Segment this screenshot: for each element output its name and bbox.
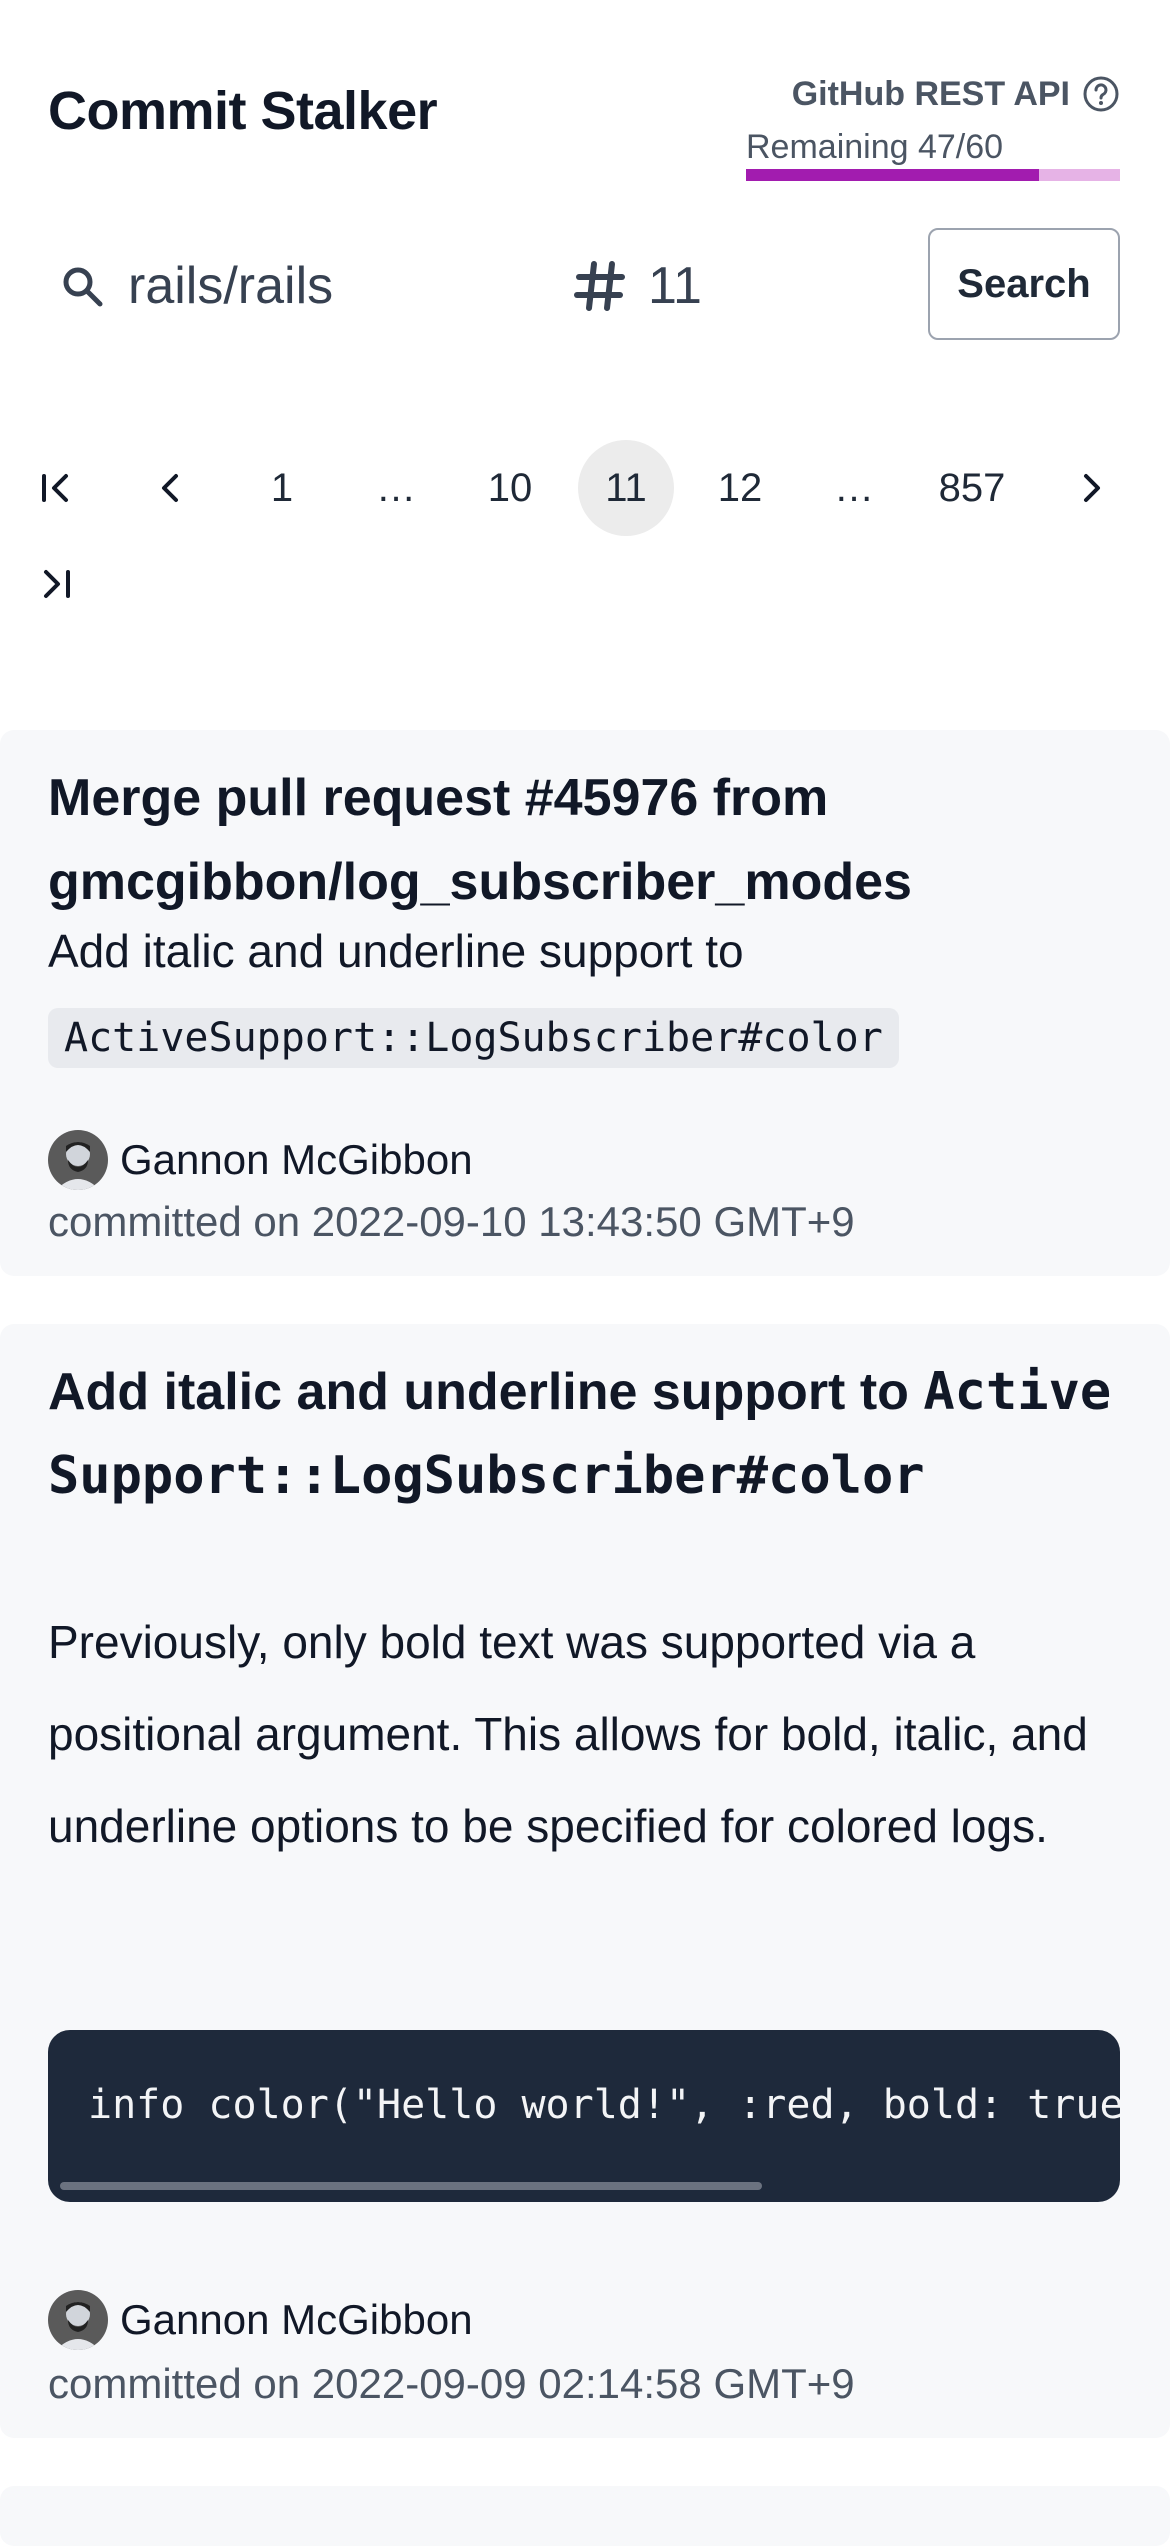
chevron-left-icon	[162, 474, 178, 502]
prev-page-button[interactable]	[122, 440, 218, 536]
repo-input[interactable]	[128, 248, 548, 324]
code-block[interactable]: info color("Hello world!", :red, bold: t…	[48, 2030, 1120, 2202]
commit-title: Add italic and underline support to Acti…	[48, 1350, 1120, 1518]
first-page-button[interactable]	[8, 440, 104, 536]
first-page-icon	[42, 474, 68, 502]
commit-author: Gannon McGibbon	[48, 2290, 473, 2350]
page-button[interactable]: 857	[924, 440, 1020, 536]
page-ellipsis: …	[376, 465, 416, 510]
commit-date: committed on 2022-09-09 02:14:58 GMT+9	[48, 2360, 855, 2407]
author-name[interactable]: Gannon McGibbon	[120, 2296, 473, 2344]
last-page-button[interactable]	[8, 536, 104, 632]
commit-message-text: Add italic and underline support to	[48, 925, 744, 977]
page-ellipsis: …	[834, 465, 874, 510]
commit-title-text: Add italic and underline support to	[48, 1363, 909, 1421]
app-header: Commit Stalker GitHub REST API Remaining…	[48, 70, 1120, 190]
code-text: info color("Hello world!", :red, bold: t…	[88, 2082, 1120, 2128]
commit-card[interactable]	[0, 2486, 1170, 2546]
search-button[interactable]: Search	[928, 228, 1120, 340]
search-icon	[58, 262, 108, 312]
page-button[interactable]: 1	[234, 440, 330, 536]
chevron-right-icon	[1084, 474, 1100, 502]
next-page-button[interactable]	[1044, 440, 1140, 536]
page-button-active[interactable]: 11	[578, 440, 674, 536]
horizontal-scrollbar[interactable]	[60, 2182, 762, 2190]
commit-card[interactable]: Merge pull request #45976 from gmcgibbon…	[0, 730, 1170, 1276]
hash-icon	[572, 258, 628, 314]
api-rate-limit: GitHub REST API Remaining 47/60	[746, 70, 1120, 181]
commit-message: Previously, only bold text was supported…	[48, 1616, 1088, 1852]
avatar	[48, 2290, 108, 2350]
page-button[interactable]: 12	[692, 440, 788, 536]
question-circle-icon[interactable]	[1082, 75, 1120, 113]
last-page-icon	[44, 570, 70, 598]
pagination: 1 … 10 11 12 … 857	[0, 440, 1170, 640]
commit-date: committed on 2022-09-10 13:43:50 GMT+9	[48, 1198, 855, 1245]
commit-author: Gannon McGibbon	[48, 1130, 473, 1190]
app-title: Commit Stalker	[48, 81, 438, 141]
api-remaining: Remaining 47/60	[746, 128, 1004, 166]
author-name[interactable]: Gannon McGibbon	[120, 1136, 473, 1184]
inline-code: ActiveSupport::LogSubscriber#color	[48, 1008, 899, 1068]
commit-card[interactable]: Add italic and underline support to Acti…	[0, 1324, 1170, 2438]
commit-page-input[interactable]	[648, 248, 848, 324]
avatar	[48, 1130, 108, 1190]
commit-message: Add italic and underline support to Acti…	[48, 920, 1120, 1068]
search-form: Search	[48, 228, 1120, 344]
page-button[interactable]: 10	[462, 440, 558, 536]
commit-title: Merge pull request #45976 from gmcgibbon…	[48, 769, 912, 911]
api-remaining-bar	[746, 169, 1120, 181]
api-remaining-bar-fill	[746, 169, 1039, 181]
api-title: GitHub REST API	[791, 74, 1070, 113]
